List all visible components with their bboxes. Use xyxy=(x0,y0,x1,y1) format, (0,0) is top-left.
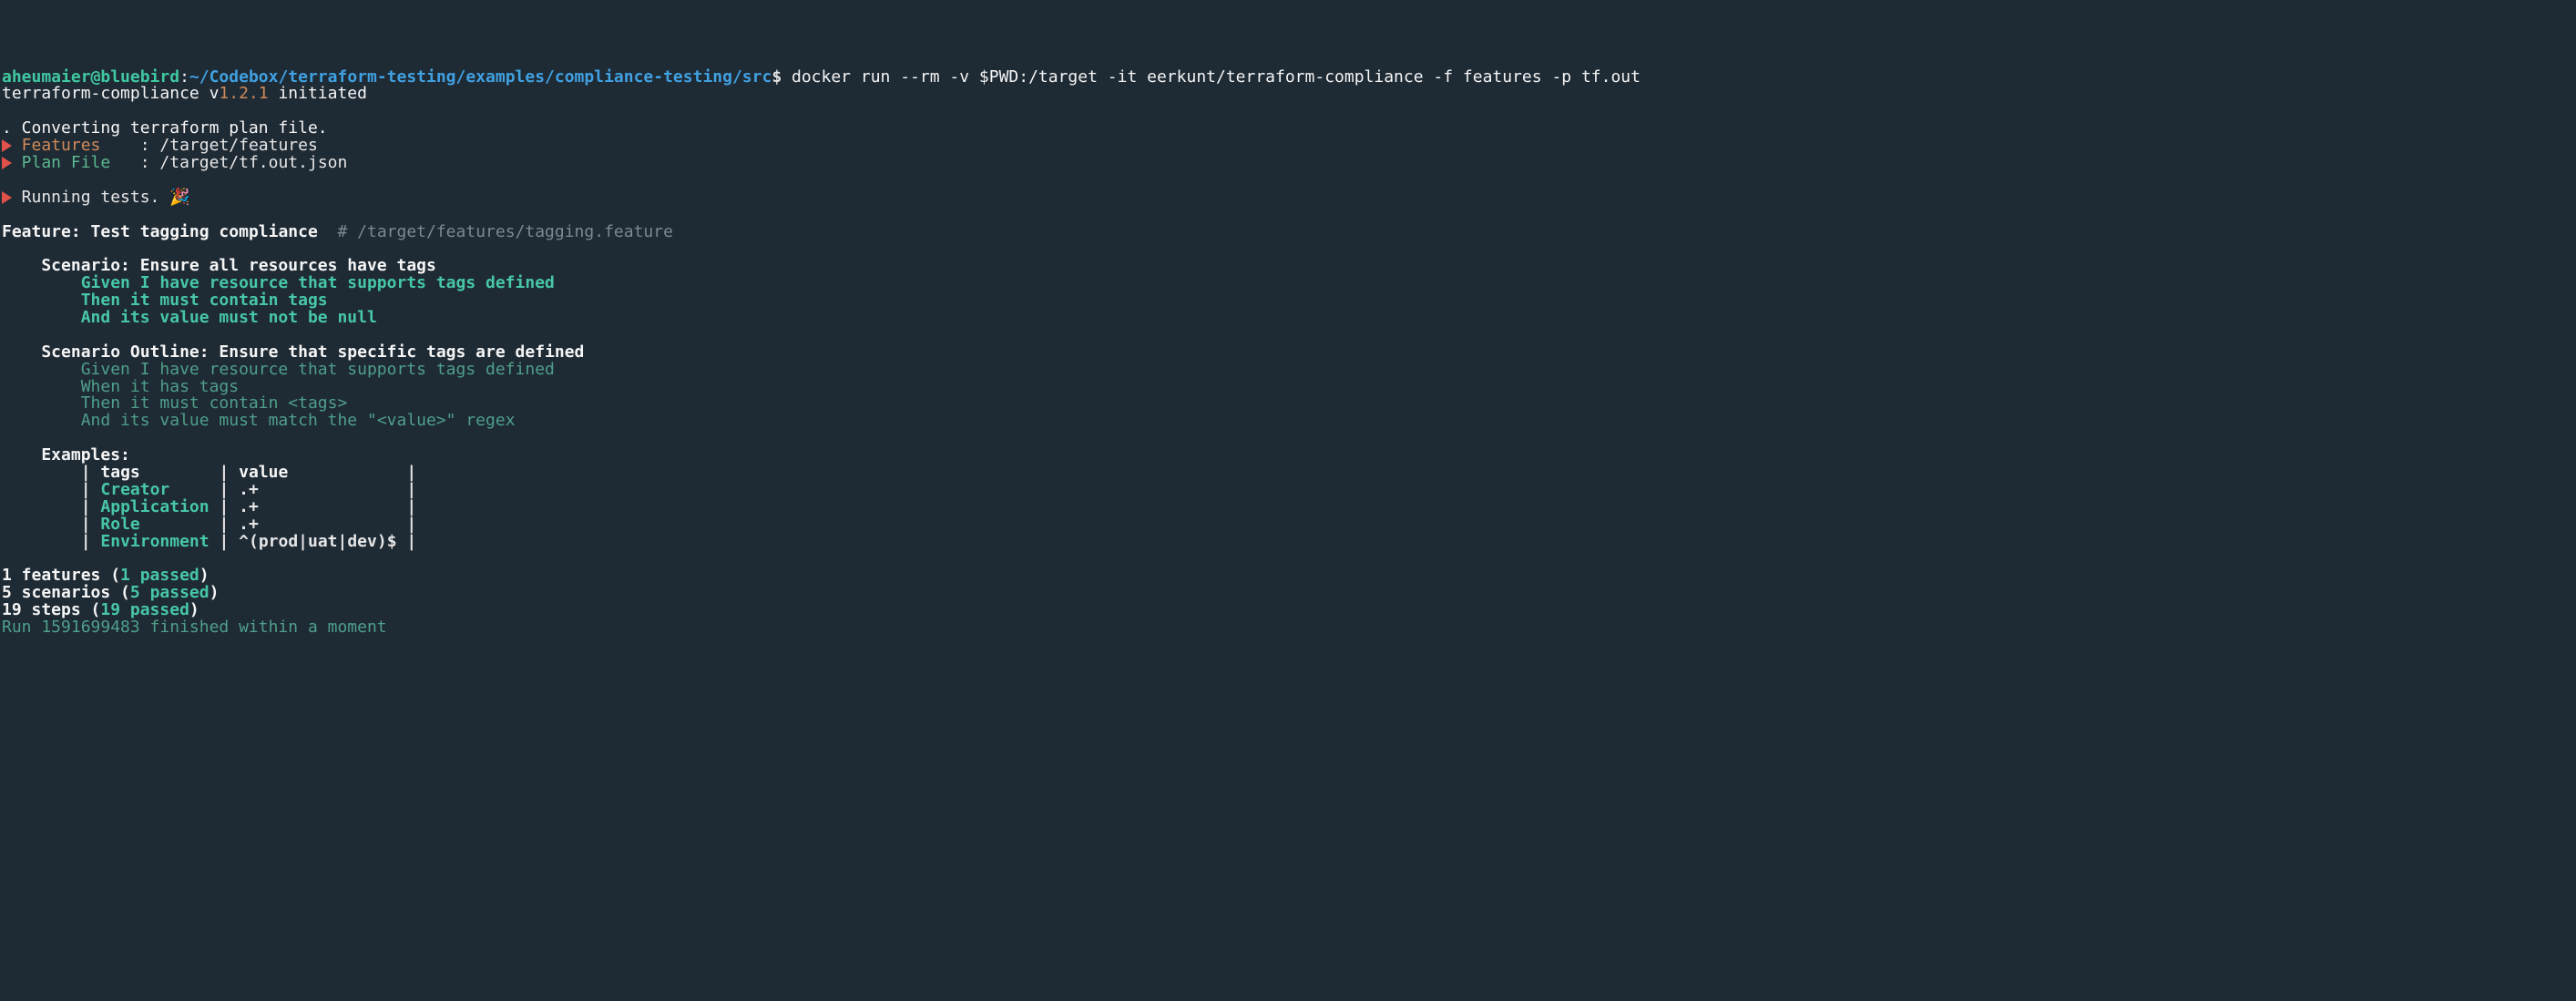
running-line: Running tests. 🎉 xyxy=(22,188,190,207)
scenario1-hdr: Scenario: Ensure all resources have tags xyxy=(2,256,436,275)
features-value: /target/features xyxy=(159,136,317,155)
td-value: .+ xyxy=(239,480,396,499)
init-tail: initiated xyxy=(269,84,367,103)
summary-features-c: ) xyxy=(199,566,210,585)
feature-comment: # /target/features/tagging.feature xyxy=(318,222,673,241)
feature-prefix: Feature: xyxy=(2,222,91,241)
prompt-path: ~/Codebox/terraform-testing/examples/com… xyxy=(189,67,772,87)
td-tag: Creator xyxy=(100,480,209,499)
scenario2-step1: Given I have resource that supports tags… xyxy=(2,360,555,379)
scenario1-step3: And its value must not be null xyxy=(2,308,377,327)
plan-label: Plan File xyxy=(22,153,111,172)
td-tag: Environment xyxy=(100,532,209,551)
scenario2-step3-tag: <tags> xyxy=(288,393,347,413)
td-tag: Role xyxy=(100,515,209,534)
table-pipe: | xyxy=(81,463,91,482)
summary-features-a: 1 features ( xyxy=(2,566,120,585)
scenario2-step4-post: " regex xyxy=(446,411,516,430)
td-tag: Application xyxy=(100,497,209,516)
flag-icon xyxy=(2,155,12,172)
init-app: terraform-compliance v xyxy=(2,84,219,103)
feature-title: Test tagging compliance xyxy=(91,222,318,241)
convert-line: . Converting terraform plan file. xyxy=(2,118,328,138)
td-value: ^(prod|uat|dev)$ xyxy=(239,532,396,551)
prompt-user: aheumaier@bluebird xyxy=(2,67,179,87)
plan-sep: : xyxy=(140,153,150,172)
scenario1-step2: Then it must contain tags xyxy=(2,291,328,310)
features-label: Features xyxy=(22,136,101,155)
scenario2-step4-pre: And its value must match the " xyxy=(2,411,377,430)
table-pipe: | xyxy=(219,480,229,499)
flag-icon xyxy=(2,189,12,207)
prompt-dollar: $ xyxy=(772,67,782,87)
table-pipe: | xyxy=(406,515,416,534)
scenario2-step2: When it has tags xyxy=(2,377,239,396)
features-sep: : xyxy=(140,136,150,155)
table-pipe: | xyxy=(81,532,91,551)
command-text[interactable]: docker run --rm -v $PWD:/target -it eerk… xyxy=(782,67,1641,87)
summary-scenarios-c: ) xyxy=(210,583,220,602)
table-pipe: | xyxy=(219,515,229,534)
summary-steps-b: 19 passed xyxy=(100,600,189,619)
scenario2-step4-mid: <value> xyxy=(377,411,446,430)
td-value: .+ xyxy=(239,515,396,534)
table-pipe: | xyxy=(81,497,91,516)
init-version: 1.2.1 xyxy=(219,84,268,103)
prompt-colon: : xyxy=(179,67,189,87)
summary-steps-a: 19 steps ( xyxy=(2,600,100,619)
terminal-output: aheumaier@bluebird:~/Codebox/terraform-t… xyxy=(0,52,2576,637)
table-pipe: | xyxy=(219,532,229,551)
table-pipe: | xyxy=(219,463,229,482)
flag-icon xyxy=(2,138,12,155)
th-tags: tags xyxy=(100,463,209,482)
scenario2-step3-pre: Then it must contain xyxy=(2,393,288,413)
finished-line: Run 1591699483 finished within a moment xyxy=(2,618,387,637)
scenario1-step1: Given I have resource that supports tags… xyxy=(2,273,555,292)
table-pipe: | xyxy=(406,532,416,551)
summary-scenarios-b: 5 passed xyxy=(130,583,210,602)
scenario2-hdr: Scenario Outline: Ensure that specific t… xyxy=(2,342,584,362)
table-pipe: | xyxy=(406,480,416,499)
table-pipe: | xyxy=(219,497,229,516)
examples-hdr: Examples: xyxy=(2,445,130,465)
td-value: .+ xyxy=(239,497,396,516)
table-pipe: | xyxy=(406,463,416,482)
summary-features-b: 1 passed xyxy=(120,566,199,585)
summary-scenarios-a: 5 scenarios ( xyxy=(2,583,130,602)
features-pad xyxy=(100,136,139,155)
summary-steps-c: ) xyxy=(189,600,199,619)
table-pipe: | xyxy=(406,497,416,516)
docker-command: docker run --rm -v $PWD:/target -it eerk… xyxy=(792,67,1641,87)
th-value: value xyxy=(239,463,396,482)
table-pipe: | xyxy=(81,515,91,534)
plan-value: /target/tf.out.json xyxy=(159,153,347,172)
plan-pad xyxy=(110,153,140,172)
table-pipe: | xyxy=(81,480,91,499)
